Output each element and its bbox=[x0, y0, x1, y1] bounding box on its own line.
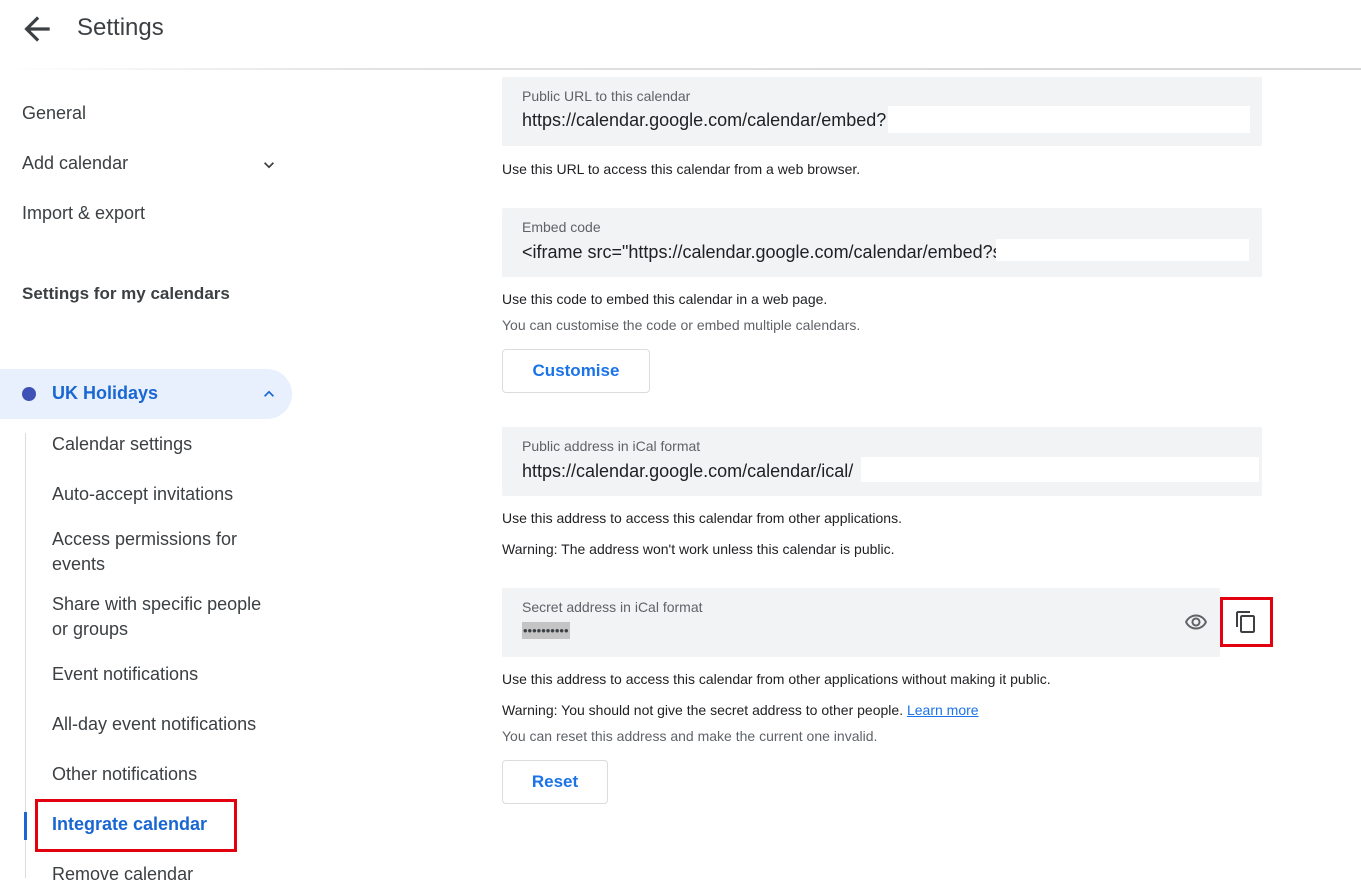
ical-secret-box[interactable]: Secret address in iCal format •••••••••• bbox=[502, 588, 1220, 657]
sidebar-item-all-day-notifications[interactable]: All-day event notifications bbox=[52, 712, 282, 737]
redaction-mask bbox=[996, 239, 1249, 261]
embed-code-value[interactable]: <iframe src="https://calendar.google.com… bbox=[522, 242, 1002, 263]
ical-secret-reset-note: You can reset this address and make the … bbox=[502, 728, 878, 744]
redaction-mask bbox=[888, 106, 1250, 133]
sidebar-item-add-calendar[interactable]: Add calendar bbox=[22, 153, 128, 174]
embed-code-box[interactable]: Embed code <iframe src="https://calendar… bbox=[502, 208, 1262, 277]
ical-public-label: Public address in iCal format bbox=[522, 438, 701, 454]
ical-secret-warning-line: Warning: You should not give the secret … bbox=[502, 702, 979, 718]
highlight-copy-button bbox=[1220, 597, 1273, 647]
sidebar-item-uk-holidays[interactable]: UK Holidays bbox=[0, 369, 292, 419]
eye-icon bbox=[1185, 614, 1207, 630]
ical-public-warning: Warning: The address won't work unless t… bbox=[502, 541, 895, 557]
sidebar-item-auto-accept[interactable]: Auto-accept invitations bbox=[52, 482, 282, 507]
public-url-helper: Use this URL to access this calendar fro… bbox=[502, 161, 861, 177]
sidebar-item-import-export[interactable]: Import & export bbox=[22, 203, 145, 224]
embed-code-helper: Use this code to embed this calendar in … bbox=[502, 291, 828, 307]
learn-more-link[interactable]: Learn more bbox=[907, 702, 979, 718]
ical-secret-label: Secret address in iCal format bbox=[522, 599, 703, 615]
sidebar-item-event-notifications[interactable]: Event notifications bbox=[52, 662, 282, 687]
calendar-color-dot bbox=[22, 387, 36, 401]
sidebar-item-access-permissions[interactable]: Access permissions for events bbox=[52, 527, 282, 577]
customise-button[interactable]: Customise bbox=[502, 349, 650, 393]
public-url-box[interactable]: Public URL to this calendar https://cale… bbox=[502, 77, 1262, 146]
reset-button[interactable]: Reset bbox=[502, 760, 608, 804]
public-url-label: Public URL to this calendar bbox=[522, 88, 691, 104]
sidebar-item-calendar-settings[interactable]: Calendar settings bbox=[52, 432, 282, 457]
header: Settings bbox=[0, 0, 1361, 68]
sidebar: General Add calendar Import & export Set… bbox=[0, 70, 300, 884]
ical-secret-helper: Use this address to access this calendar… bbox=[502, 671, 1051, 687]
sidebar-item-other-notifications[interactable]: Other notifications bbox=[52, 762, 282, 787]
ical-secret-warning: Warning: You should not give the secret … bbox=[502, 702, 904, 718]
embed-code-label: Embed code bbox=[522, 219, 601, 235]
sidebar-item-general[interactable]: General bbox=[22, 103, 86, 124]
chevron-up-icon[interactable] bbox=[259, 384, 279, 404]
embed-code-helper2: You can customise the code or embed mult… bbox=[502, 317, 861, 333]
ical-public-box[interactable]: Public address in iCal format https://ca… bbox=[502, 427, 1262, 496]
active-indicator bbox=[24, 812, 27, 840]
arrow-back-icon bbox=[24, 16, 50, 42]
ical-public-helper: Use this address to access this calendar… bbox=[502, 510, 902, 526]
show-secret-button[interactable] bbox=[1176, 602, 1216, 642]
chevron-down-icon[interactable] bbox=[259, 155, 279, 175]
redaction-mask bbox=[861, 457, 1259, 482]
sidebar-item-remove-calendar[interactable]: Remove calendar bbox=[52, 862, 282, 887]
ical-secret-value[interactable]: •••••••••• bbox=[522, 622, 570, 639]
page-title: Settings bbox=[77, 14, 164, 41]
back-button[interactable] bbox=[18, 10, 56, 48]
sidebar-item-share[interactable]: Share with specific people or groups bbox=[52, 592, 282, 642]
highlight-integrate-calendar bbox=[35, 799, 237, 852]
ical-public-value[interactable]: https://calendar.google.com/calendar/ica… bbox=[522, 461, 853, 482]
calendar-name: UK Holidays bbox=[52, 383, 159, 403]
section-title: Settings for my calendars bbox=[22, 284, 230, 303]
public-url-value[interactable]: https://calendar.google.com/calendar/emb… bbox=[522, 110, 886, 131]
